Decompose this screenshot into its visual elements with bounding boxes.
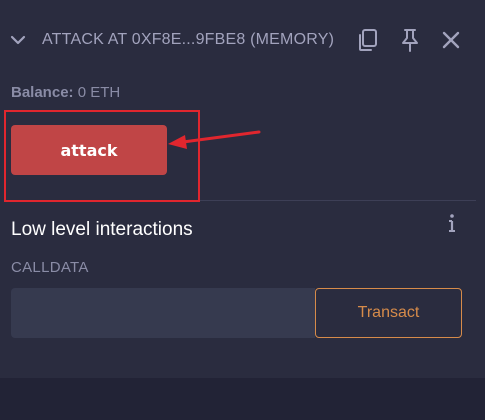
contract-panel: ATTACK AT 0XF8E...9FBE8 (MEMORY) Balance…	[0, 0, 485, 378]
balance-label: Balance:	[11, 84, 74, 101]
balance-line: Balance: 0 ETH	[11, 84, 120, 101]
chevron-down-icon[interactable]	[8, 30, 28, 50]
annotation-arrow-icon	[165, 125, 265, 155]
attack-button[interactable]: attack	[11, 125, 167, 175]
footer-strip	[0, 378, 485, 420]
pin-icon[interactable]	[397, 27, 423, 53]
calldata-label: CALLDATA	[11, 259, 89, 276]
contract-title[interactable]: ATTACK AT 0XF8E...9FBE8 (MEMORY)	[42, 31, 334, 49]
balance-value: 0 ETH	[77, 84, 121, 101]
calldata-input[interactable]	[11, 288, 315, 338]
contract-header: ATTACK AT 0XF8E...9FBE8 (MEMORY)	[0, 0, 485, 80]
info-icon[interactable]	[444, 212, 460, 234]
close-icon[interactable]	[438, 27, 464, 53]
low-level-title: Low level interactions	[11, 219, 193, 240]
divider	[200, 200, 476, 201]
transact-button[interactable]: Transact	[315, 288, 462, 338]
copy-icon[interactable]	[355, 27, 381, 53]
